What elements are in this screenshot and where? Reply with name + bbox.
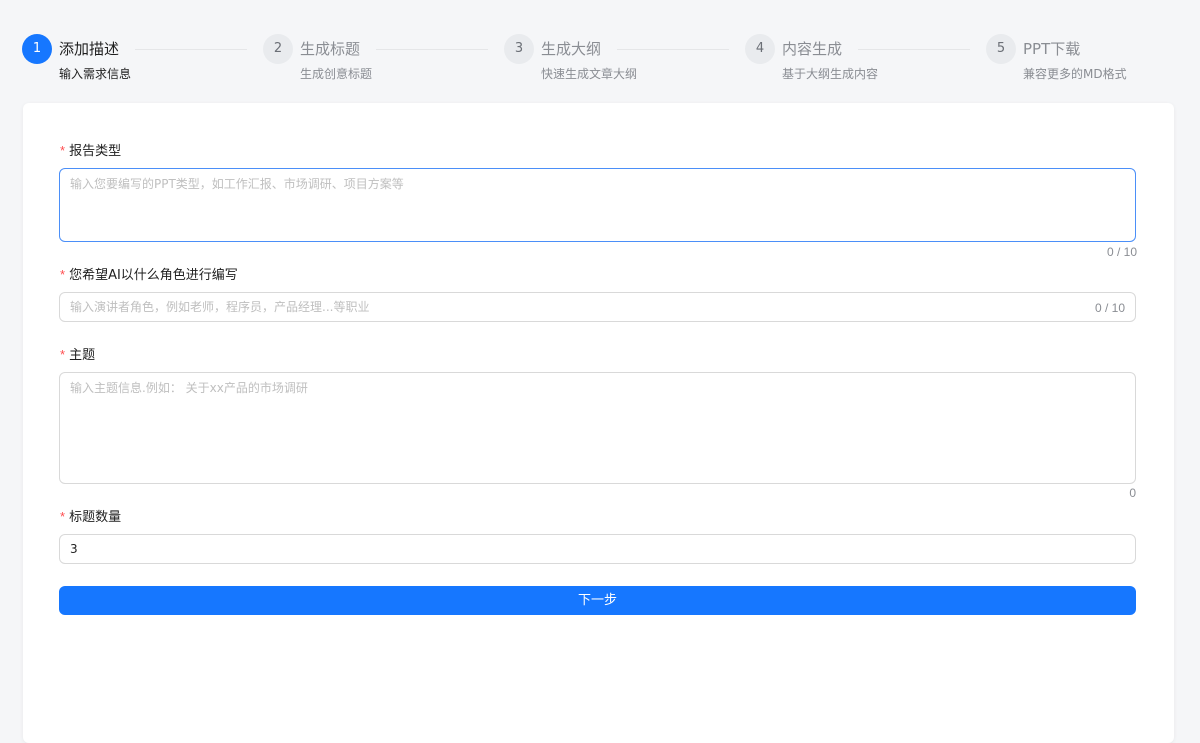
step-description: 输入需求信息 [59, 67, 132, 81]
next-step-button[interactable]: 下一步 [59, 586, 1136, 615]
report-type-label: * 报告类型 [60, 142, 121, 161]
role-label-text: 您希望AI以什么角色进行编写 [69, 268, 238, 283]
title-count-label: * 标题数量 [60, 508, 121, 527]
required-mark: * [60, 347, 66, 362]
role-counter: 0 / 10 [1094, 301, 1125, 315]
step-3[interactable]: 3 生成大纲 快速生成文章大纲 [504, 34, 745, 94]
step-number: 4 [745, 34, 775, 64]
steps-bar: 1 添加描述 输入需求信息 2 生成标题 生成创意标题 3 生成大纲 快速生成文… [22, 34, 1182, 94]
step-connector [858, 49, 970, 50]
topic-label-text: 主题 [69, 348, 96, 363]
step-title: 内容生成 [782, 40, 843, 58]
topic-label: * 主题 [60, 346, 95, 365]
step-connector [135, 49, 247, 50]
step-title: 生成大纲 [541, 40, 602, 58]
required-mark: * [60, 267, 66, 282]
step-description: 快速生成文章大纲 [541, 67, 638, 81]
report-type-counter: 0 / 10 [1106, 245, 1137, 259]
report-type-input[interactable] [60, 169, 1135, 241]
role-input[interactable] [60, 293, 1135, 321]
step-4[interactable]: 4 内容生成 基于大纲生成内容 [745, 34, 986, 94]
topic-field [59, 372, 1136, 484]
step-title: 添加描述 [59, 40, 120, 58]
topic-counter: 0 [1129, 486, 1136, 500]
step-connector [376, 49, 488, 50]
title-count-label-text: 标题数量 [69, 510, 122, 525]
step-2[interactable]: 2 生成标题 生成创意标题 [263, 34, 504, 94]
title-count-field [59, 534, 1136, 564]
step-5[interactable]: 5 PPT下载 兼容更多的MD格式 [986, 34, 1182, 94]
role-field: 0 / 10 [59, 292, 1136, 322]
title-count-input[interactable] [60, 535, 1135, 563]
step-number: 3 [504, 34, 534, 64]
topic-input[interactable] [60, 373, 1135, 483]
step-number: 1 [22, 34, 52, 64]
form-card: *报告类型 0 / 10 *您希望AI以什么角色进行编写 0 / 10 *主题 … [23, 103, 1174, 743]
step-description: 生成创意标题 [300, 67, 373, 81]
step-connector [617, 49, 729, 50]
required-mark: * [60, 143, 66, 158]
step-title: 生成标题 [300, 40, 361, 58]
report-type-label-text: 报告类型 [69, 144, 122, 159]
report-type-field [59, 168, 1136, 242]
step-number: 2 [263, 34, 293, 64]
required-mark: * [60, 509, 66, 524]
step-1[interactable]: 1 添加描述 输入需求信息 [22, 34, 263, 94]
step-description: 基于大纲生成内容 [782, 67, 879, 81]
step-number: 5 [986, 34, 1016, 64]
role-label: * 您希望AI以什么角色进行编写 [60, 266, 238, 285]
step-title: PPT下载 [1023, 40, 1081, 58]
step-description: 兼容更多的MD格式 [1023, 67, 1127, 81]
